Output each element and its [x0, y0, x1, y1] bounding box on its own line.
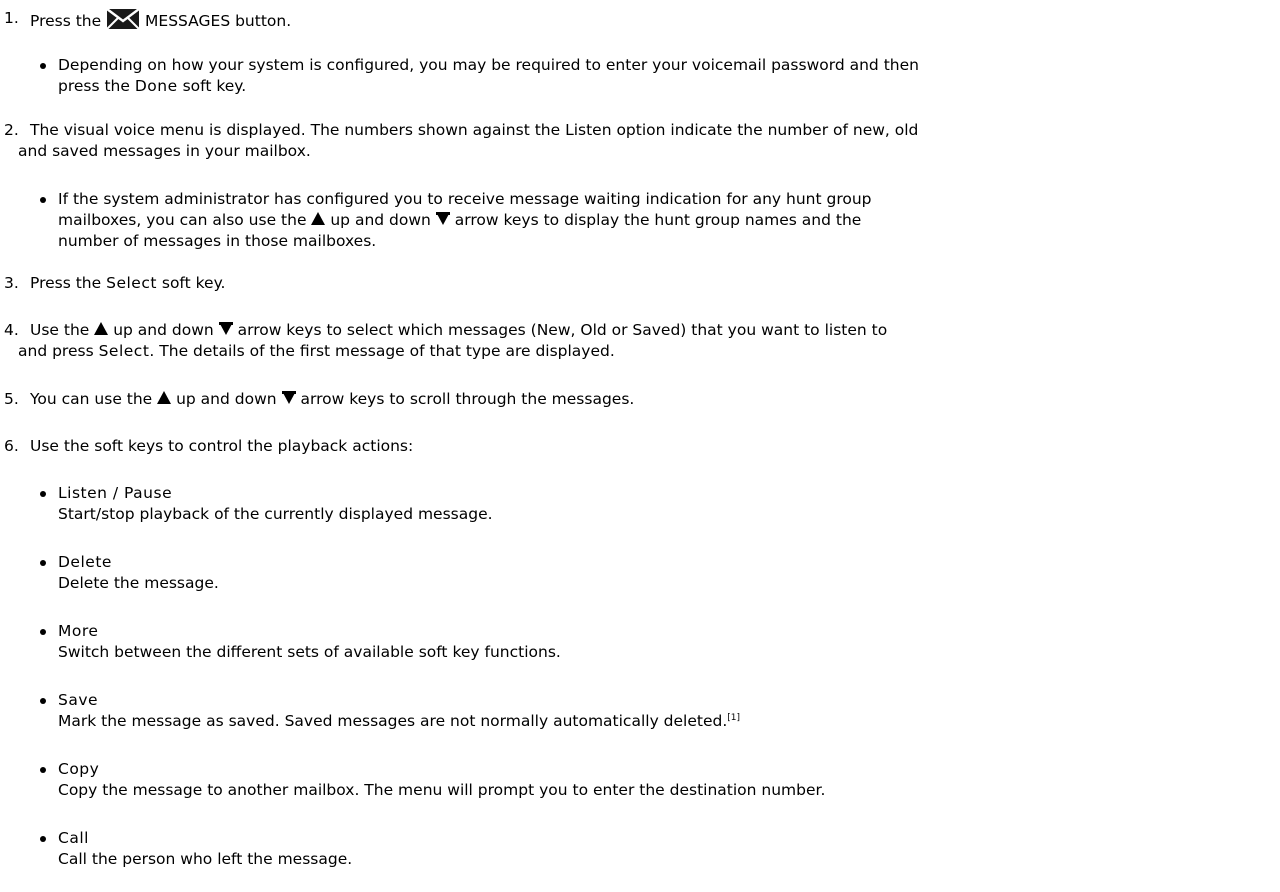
- footnote-link[interactable]: [1]: [727, 713, 740, 723]
- soft-key-name: More: [58, 622, 99, 640]
- step-6: 6. Use the soft keys to control the play…: [0, 436, 413, 457]
- step-text: Use the: [30, 321, 90, 339]
- list-item: Listen / Pause Start/stop playback of th…: [0, 483, 493, 525]
- soft-key-description: Start/stop playback of the currently dis…: [58, 505, 493, 523]
- step-number: 4.: [4, 321, 19, 339]
- soft-key-description: Mark the message as saved. Saved message…: [58, 712, 728, 730]
- bullet-line: If the system administrator has configur…: [58, 190, 872, 208]
- step-text: up and down: [176, 390, 277, 408]
- bullet-text: soft key.: [182, 77, 247, 95]
- step-3: 3. Press the Select soft key.: [0, 273, 225, 294]
- step-text: arrow keys to select which messages (New…: [237, 321, 888, 339]
- soft-key-name: Call: [58, 829, 89, 847]
- step-1: 1. Press the MESSAGES button.: [0, 8, 291, 32]
- step-number: 2.: [4, 121, 19, 139]
- list-item: Save Mark the message as saved. Saved me…: [0, 690, 740, 732]
- step-text: . The details of the first message of th…: [149, 342, 615, 360]
- step-text: Use the soft keys to control the playbac…: [30, 437, 414, 455]
- bullet-text: arrow keys to display the hunt group nam…: [454, 211, 862, 229]
- step-number: 3.: [4, 274, 19, 292]
- list-item: If the system administrator has configur…: [0, 189, 872, 252]
- bullet-line: Depending on how your system is configur…: [58, 56, 919, 74]
- bullet-text: press the: [58, 77, 130, 95]
- step-text: and press: [18, 342, 94, 360]
- bullet-line: number of messages in those mailboxes.: [58, 232, 377, 250]
- list-item: Delete Delete the message.: [0, 552, 219, 594]
- step-text: and saved messages in your mailbox.: [18, 142, 311, 160]
- step-text: You can use the: [30, 390, 153, 408]
- step-number: 6.: [4, 437, 19, 455]
- soft-key-description: Delete the message.: [58, 574, 219, 592]
- list-item: Copy Copy the message to another mailbox…: [0, 759, 825, 801]
- soft-key-description: Switch between the different sets of ava…: [58, 643, 561, 661]
- step-text: The visual voice menu is displayed. The …: [30, 121, 919, 139]
- down-arrow-icon: [281, 391, 296, 404]
- list-item: Depending on how your system is configur…: [0, 55, 919, 97]
- step-text: up and down: [113, 321, 214, 339]
- step-5: 5. You can use the up and down arrow key…: [0, 389, 634, 410]
- soft-key-name: Listen / Pause: [58, 484, 173, 502]
- step-text: MESSAGES button.: [145, 12, 292, 30]
- list-item: Call Call the person who left the messag…: [0, 828, 352, 870]
- bullet-text: up and down: [330, 211, 431, 229]
- down-arrow-icon: [435, 212, 450, 225]
- soft-key-description: Call the person who left the message.: [58, 850, 353, 868]
- bullet-text: mailboxes, you can also use the: [58, 211, 307, 229]
- step-text: soft key.: [161, 274, 226, 292]
- select-key-label: Select: [98, 342, 150, 360]
- envelope-icon: [106, 8, 140, 30]
- select-key-label: Select: [106, 274, 157, 292]
- step-number: 5.: [4, 390, 19, 408]
- up-arrow-icon: [157, 391, 172, 404]
- soft-key-name: Delete: [58, 553, 112, 571]
- step-number: 1.: [4, 9, 19, 27]
- up-arrow-icon: [311, 212, 326, 225]
- done-key-label: Done: [134, 77, 178, 95]
- soft-key-name: Save: [58, 691, 99, 709]
- step-4: 4. Use the up and down arrow keys to sel…: [0, 320, 887, 362]
- step-text: Press the: [30, 12, 102, 30]
- step-2: 2. The visual voice menu is displayed. T…: [0, 120, 918, 162]
- step-text: Press the: [30, 274, 102, 292]
- soft-key-description: Copy the message to another mailbox. The…: [58, 781, 826, 799]
- soft-key-name: Copy: [58, 760, 100, 778]
- up-arrow-icon: [94, 322, 109, 335]
- step-text: arrow keys to scroll through the message…: [300, 390, 635, 408]
- list-item: More Switch between the different sets o…: [0, 621, 561, 663]
- down-arrow-icon: [218, 322, 233, 335]
